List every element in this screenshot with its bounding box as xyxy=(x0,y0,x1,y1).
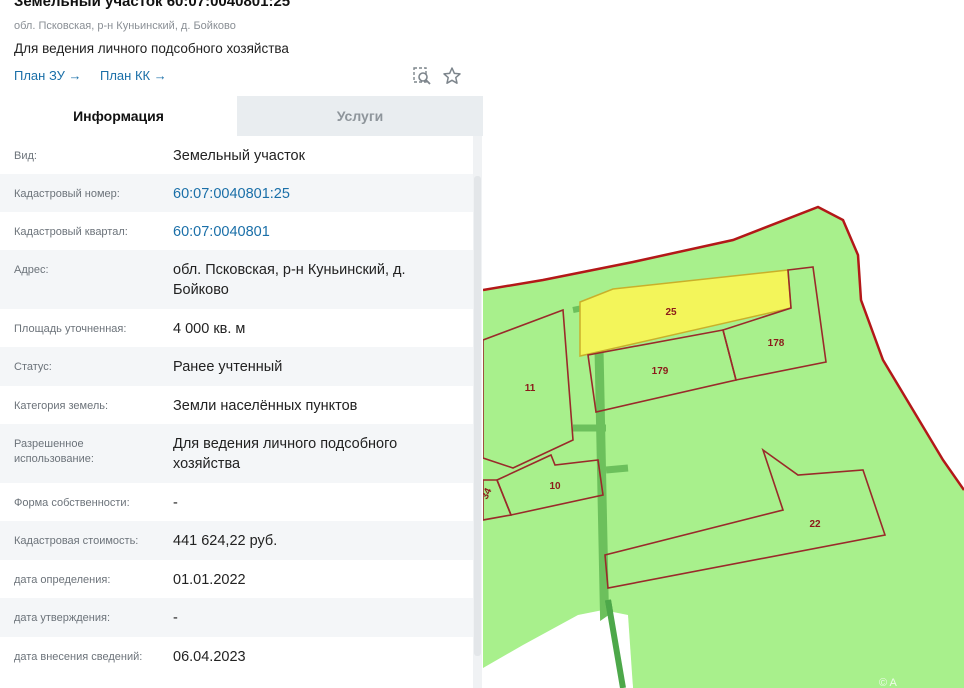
plot-label-25: 25 xyxy=(665,307,677,318)
info-row: Статус: Ранее учтенный xyxy=(0,347,473,386)
info-label: Кадастровая стоимость: xyxy=(14,535,139,547)
info-label: Адрес: xyxy=(14,264,49,276)
header-purpose: Для ведения личного подсобного хозяйства xyxy=(14,41,289,56)
tab-services[interactable]: Услуги xyxy=(237,96,483,136)
info-value: 4 000 кв. м xyxy=(173,321,246,337)
info-label: Статус: xyxy=(14,361,52,373)
plot-label-11: 11 xyxy=(525,383,536,394)
info-value: Земельный участок xyxy=(173,148,305,164)
plot-label-22: 22 xyxy=(809,519,821,530)
page-title: Земельный участок 60:07:0040801:25 xyxy=(14,0,291,10)
panel-header: Земельный участок 60:07:0040801:25 обл. … xyxy=(0,0,483,96)
info-table: Вид: Земельный участок Кадастровый номер… xyxy=(0,136,473,677)
header-address: обл. Псковская, р-н Куньинский, д. Бойко… xyxy=(14,20,236,32)
plot-label-178: 178 xyxy=(768,338,785,349)
tab-bar: Информация Услуги xyxy=(0,96,483,136)
info-value: 441 624,22 руб. xyxy=(173,533,278,549)
info-value: Для ведения личного подсобного хозяйства xyxy=(173,436,398,472)
info-row: Кадастровый квартал: 60:07:0040801 xyxy=(0,212,473,250)
info-panel: Земельный участок 60:07:0040801:25 обл. … xyxy=(0,0,484,688)
info-value: - xyxy=(173,495,178,511)
cadastral-number-link[interactable]: 60:07:0040801:25 xyxy=(173,184,463,204)
info-label: Кадастровый номер: xyxy=(14,188,120,200)
tab-information[interactable]: Информация xyxy=(0,96,237,136)
arrow-right-icon: → xyxy=(153,68,167,83)
plan-kk-link[interactable]: План КК → xyxy=(100,68,167,83)
map-canvas[interactable]: 25 178 179 11 10 22 34 © A xyxy=(483,0,964,688)
info-row: Адрес: обл. Псковская, р-н Куньинский, д… xyxy=(0,250,473,309)
info-label: Разрешенное использование: xyxy=(14,438,94,465)
info-label: дата внесения сведений: xyxy=(14,651,143,663)
scrollbar-thumb[interactable] xyxy=(474,176,481,656)
info-label: дата утверждения: xyxy=(14,612,111,624)
info-label: Вид: xyxy=(14,150,37,162)
cadastral-map[interactable]: 25 178 179 11 10 22 34 © A xyxy=(483,0,964,688)
info-row: Площадь уточненная: 4 000 кв. м xyxy=(0,309,473,347)
info-row: Вид: Земельный участок xyxy=(0,136,473,174)
plan-kk-label: План КК xyxy=(100,68,151,83)
plot-label-10: 10 xyxy=(549,481,561,492)
info-label: дата определения: xyxy=(14,574,111,586)
info-value: Ранее учтенный xyxy=(173,359,283,375)
info-row: дата определения: 01.01.2022 xyxy=(0,560,473,598)
scrollbar[interactable] xyxy=(473,136,482,688)
info-row: Форма собственности: - xyxy=(0,483,473,521)
info-label: Форма собственности: xyxy=(14,497,130,509)
watermark: © A xyxy=(879,677,898,688)
info-label: Площадь уточненная: xyxy=(14,323,127,335)
plan-zu-link[interactable]: План ЗУ → xyxy=(14,68,82,83)
info-row: Кадастровая стоимость: 441 624,22 руб. xyxy=(0,521,473,560)
info-value: Земли населённых пунктов xyxy=(173,398,358,414)
info-row: Категория земель: Земли населённых пункт… xyxy=(0,386,473,424)
plot-label-179: 179 xyxy=(652,366,669,377)
info-label: Категория земель: xyxy=(14,400,109,412)
cadastral-quarter-link[interactable]: 60:07:0040801 xyxy=(173,222,463,242)
info-row: дата внесения сведений: 06.04.2023 xyxy=(0,637,473,677)
info-value: - xyxy=(173,610,178,626)
road-side xyxy=(605,464,629,474)
info-row: Разрешенное использование: Для ведения л… xyxy=(0,424,473,483)
info-value: 06.04.2023 xyxy=(173,649,246,665)
info-label: Кадастровый квартал: xyxy=(14,226,128,238)
info-row: дата утверждения: - xyxy=(0,598,473,637)
arrow-right-icon: → xyxy=(68,68,82,83)
plan-zu-label: План ЗУ xyxy=(14,68,65,83)
info-value: 01.01.2022 xyxy=(173,572,246,588)
star-icon[interactable] xyxy=(442,66,462,86)
info-row: Кадастровый номер: 60:07:0040801:25 xyxy=(0,174,473,212)
info-value: обл. Псковская, р-н Куньинский, д. Бойко… xyxy=(173,262,406,298)
search-document-icon[interactable] xyxy=(412,66,432,86)
